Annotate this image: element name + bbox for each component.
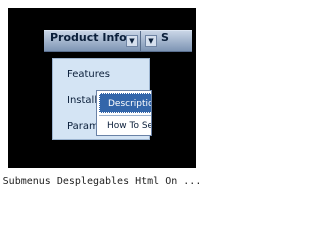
submenu-item-description[interactable]: Description <box>99 93 151 113</box>
submenu: Description How To Se <box>96 90 152 136</box>
menu-bar: Product Info ▼ ▼ S <box>44 30 192 52</box>
caption-text: Submenus Desplegables Html On ... <box>2 176 202 187</box>
menu-next-item[interactable]: ▼ S <box>143 31 193 51</box>
chevron-down-icon: ▼ <box>145 35 157 47</box>
menu-product-info[interactable]: Product Info ▼ <box>44 31 141 51</box>
menu-product-info-label: Product Info <box>50 31 127 44</box>
chevron-down-icon: ▼ <box>126 35 138 47</box>
submenu-item-how-to[interactable]: How To Se <box>99 115 151 135</box>
menu-item-features[interactable]: Features <box>53 63 149 87</box>
